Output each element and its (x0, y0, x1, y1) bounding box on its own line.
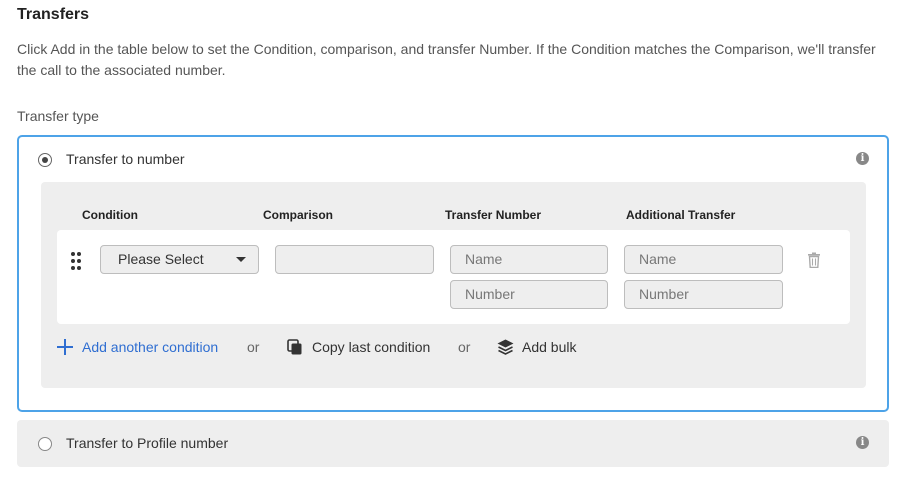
transfer-to-number-label: Transfer to number (66, 151, 185, 167)
transfer-name-input[interactable]: Name (450, 245, 608, 274)
info-icon[interactable]: i (856, 152, 869, 165)
trash-icon[interactable] (807, 252, 821, 268)
transfer-to-profile-number-card[interactable]: Transfer to Profile number i (17, 420, 889, 467)
condition-select-value: Please Select (118, 251, 204, 267)
or-separator: or (247, 339, 260, 355)
transfer-to-profile-number-radio[interactable] (38, 437, 52, 451)
add-bulk-label: Add bulk (522, 339, 577, 355)
column-header-comparison: Comparison (263, 208, 334, 222)
page-title: Transfers (17, 6, 90, 23)
condition-select[interactable]: Please Select (100, 245, 259, 274)
condition-row: Please Select Name Number Name Number (57, 230, 850, 324)
info-icon[interactable]: i (856, 436, 869, 449)
comparison-input[interactable] (275, 245, 434, 274)
transfer-type-label: Transfer type (17, 108, 99, 124)
transfer-to-number-radio[interactable] (38, 153, 52, 167)
column-header-condition: Condition (82, 208, 138, 222)
additional-number-input[interactable]: Number (624, 280, 783, 309)
copy-icon (287, 339, 302, 355)
column-header-additional-transfer: Additional Transfer (626, 208, 736, 222)
drag-handle-icon[interactable] (71, 252, 83, 270)
additional-name-input[interactable]: Name (624, 245, 783, 274)
conditions-panel: Condition Comparison Transfer Number Add… (41, 182, 866, 388)
plus-icon (57, 339, 73, 355)
or-separator: or (458, 339, 471, 355)
copy-last-condition-label: Copy last condition (312, 339, 431, 355)
transfer-to-number-card[interactable]: Transfer to number i Condition Compariso… (17, 135, 889, 412)
caret-down-icon (236, 257, 246, 262)
add-another-condition-label: Add another condition (82, 339, 219, 355)
column-header-transfer-number: Transfer Number (445, 208, 542, 222)
page-description: Click Add in the table below to set the … (17, 41, 876, 78)
transfer-number-input[interactable]: Number (450, 280, 608, 309)
actions-bar: Add another condition or Copy last condi… (41, 339, 866, 359)
transfer-to-profile-number-label: Transfer to Profile number (66, 435, 229, 451)
layers-icon (497, 339, 514, 355)
